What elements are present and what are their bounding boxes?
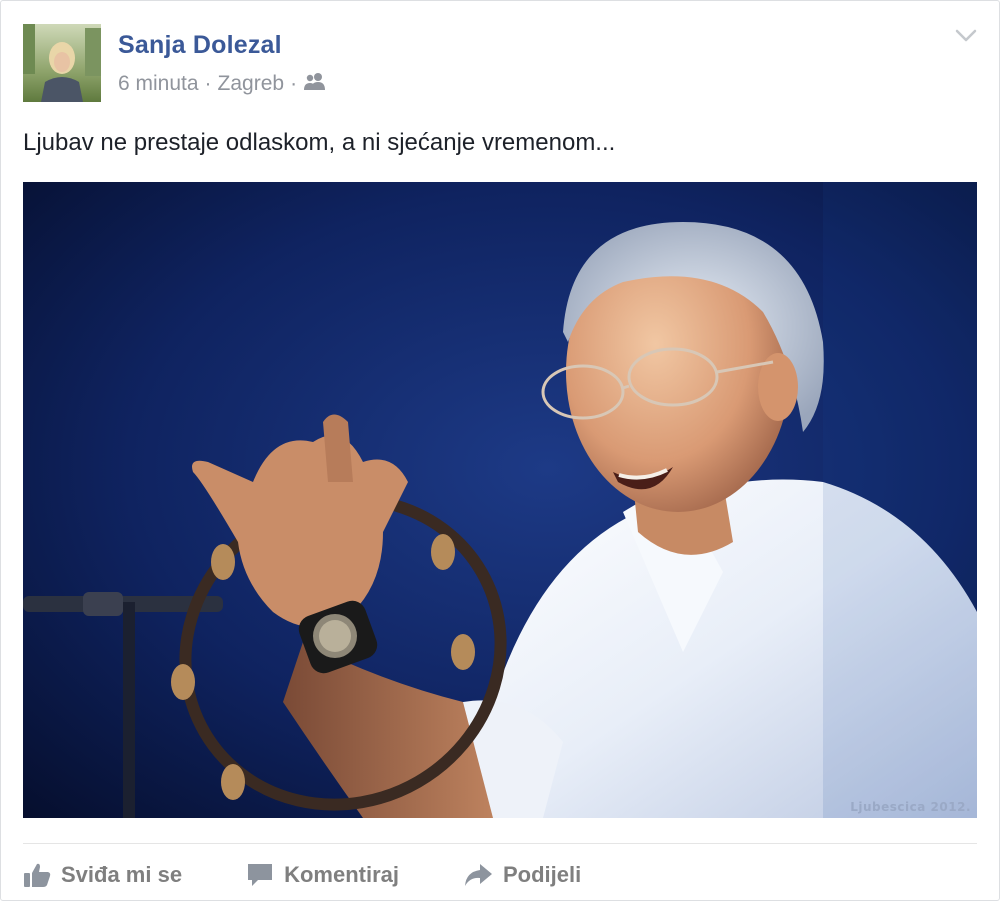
chevron-down-icon[interactable]: [955, 29, 977, 48]
photo-watermark: Ljubescica 2012.: [850, 800, 971, 814]
post-location-link[interactable]: Zagreb: [218, 72, 285, 96]
comment-button[interactable]: Komentiraj: [246, 862, 399, 888]
meta-separator: ·: [204, 72, 212, 95]
share-label: Podijeli: [503, 862, 582, 887]
author-name-link[interactable]: Sanja Dolezal: [118, 31, 282, 60]
share-button[interactable]: Podijeli: [463, 862, 581, 888]
actions-divider: [23, 843, 977, 844]
post-card: Sanja Dolezal 6 minuta · Zagreb · Ljubav…: [0, 0, 1000, 901]
post-text: Ljubav ne prestaje odlaskom, a ni sjećan…: [23, 129, 616, 156]
like-label: Sviđa mi se: [61, 862, 183, 887]
post-actions-bar: Sviđa mi se Komentiraj Podijeli: [23, 855, 645, 895]
like-button[interactable]: Sviđa mi se: [23, 862, 182, 888]
friends-icon[interactable]: [303, 72, 327, 96]
comment-label: Komentiraj: [284, 862, 399, 887]
photo-image: [23, 182, 977, 818]
post-photo[interactable]: Ljubescica 2012.: [23, 182, 977, 818]
post-meta: 6 minuta · Zagreb ·: [118, 72, 327, 96]
share-arrow-icon: [463, 862, 493, 888]
avatar-image: [23, 24, 101, 102]
post-timestamp-link[interactable]: 6 minuta: [118, 72, 199, 96]
author-avatar[interactable]: [23, 24, 101, 102]
comment-icon: [246, 862, 274, 888]
thumbs-up-icon: [23, 862, 51, 888]
meta-separator: ·: [290, 72, 298, 95]
